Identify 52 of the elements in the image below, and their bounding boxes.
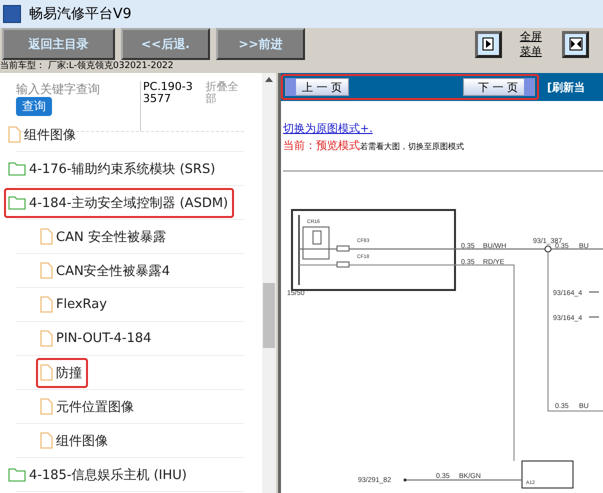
mode-hint: 若需看大图，切换至原图模式 <box>360 141 464 152</box>
tree-item-label: CAN 安全性被暴露 <box>56 228 166 246</box>
tree-item-label: 4-185-信息娱乐主机 (IHU) <box>29 466 187 484</box>
part-code: PC.190-33577 <box>140 81 198 131</box>
split-pane-button[interactable] <box>562 30 589 58</box>
tree-item-label: 元件位置图像 <box>56 398 134 416</box>
tree-item[interactable]: 4-185-信息娱乐主机 (IHU) <box>4 460 193 490</box>
tree-item-label: 防撞 <box>56 364 82 382</box>
folder-icon <box>8 195 26 210</box>
app-logo-icon <box>3 5 21 23</box>
tree-item[interactable]: 4-176-辅助约束系统模块 (SRS) <box>4 154 222 184</box>
refresh-link[interactable]: [刷新当 <box>547 80 586 94</box>
file-icon <box>8 126 21 143</box>
tree-item-label: CAN安全性被暴露4 <box>56 262 170 280</box>
window-title: 畅易汽修平台V9 <box>29 5 132 23</box>
tree-item[interactable]: 防撞 <box>36 358 88 388</box>
tree-item[interactable]: 组件图像 <box>36 426 114 456</box>
folder-icon <box>8 467 26 482</box>
file-icon <box>40 228 53 245</box>
switch-mode-link[interactable]: 切换为原图模式+. <box>283 121 603 136</box>
file-icon <box>40 262 53 279</box>
scrollbar[interactable] <box>262 73 276 493</box>
file-icon <box>40 296 53 313</box>
tree-item[interactable]: 元件位置图像 <box>36 392 140 422</box>
arrows-inward-icon <box>568 37 582 51</box>
file-icon <box>40 432 53 449</box>
expand-pane-button[interactable] <box>474 30 502 58</box>
mode-notice: 当前：预览模式 <box>283 138 360 153</box>
scroll-up-icon <box>265 77 273 82</box>
tree-item[interactable]: PIN-OUT-4-184 <box>36 324 158 353</box>
tree-item-label: 4-176-辅助约束系统模块 (SRS) <box>29 160 216 178</box>
tree-item[interactable]: CAN 安全性被暴露 <box>36 222 172 252</box>
tree-item-label: 4-184-主动安全域控制器 (ASDM) <box>29 194 228 212</box>
next-page-button[interactable]: 下 一 页 <box>463 78 535 96</box>
search-button[interactable]: 查询 <box>16 97 52 116</box>
file-icon <box>40 398 53 415</box>
tree-item[interactable]: FlexRay <box>36 290 113 319</box>
file-icon <box>40 364 53 381</box>
tree-item-label: 组件图像 <box>56 432 108 450</box>
tree-item-label: 组件图像 <box>24 126 76 144</box>
prev-page-button[interactable]: 上 一 页 <box>285 78 349 96</box>
car-model-label: 当前车型： 厂家:L-领克领克032021-2022 <box>0 60 175 73</box>
tree-item-label: FlexRay <box>56 297 107 312</box>
tree-item[interactable]: 组件图像 <box>4 120 82 150</box>
tree-item[interactable]: CAN安全性被暴露4 <box>36 256 176 286</box>
scrollbar-thumb[interactable] <box>263 283 275 348</box>
tree-item-label: PIN-OUT-4-184 <box>56 331 152 346</box>
arrow-right-icon <box>482 37 494 51</box>
tree-item[interactable]: 4-184-主动安全域控制器 (ASDM) <box>4 188 234 218</box>
file-icon <box>40 330 53 347</box>
fullscreen-menu-link[interactable]: 全屏菜单 <box>520 29 544 59</box>
folder-icon <box>8 161 26 176</box>
